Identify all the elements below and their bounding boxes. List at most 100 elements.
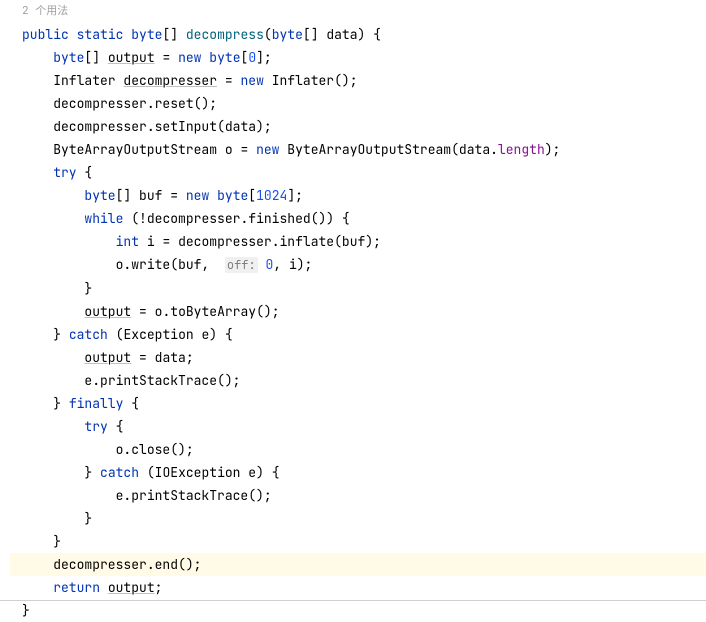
punct: []	[116, 187, 132, 204]
punct: =	[162, 233, 170, 250]
arg: data	[459, 141, 490, 158]
type: byte	[84, 187, 115, 204]
usages-hint[interactable]: 2 个用法	[10, 0, 706, 23]
punct: =	[170, 187, 178, 204]
code-line[interactable]: } catch (Exception e) {	[10, 323, 706, 346]
punct: }	[53, 395, 61, 412]
type: byte	[131, 26, 162, 43]
punct: ();	[170, 441, 193, 458]
method-call: setInput	[155, 118, 217, 135]
punct: }	[84, 464, 92, 481]
keyword: finally	[69, 395, 124, 412]
type: byte	[209, 49, 240, 66]
punct: }	[53, 533, 61, 550]
keyword: catch	[100, 464, 139, 481]
code-line[interactable]: public static byte[] decompress(byte[] d…	[10, 23, 706, 46]
code-line[interactable]: byte[] output = new byte[0];	[10, 46, 706, 69]
field: length	[498, 141, 545, 158]
var: output	[108, 49, 155, 66]
punct: );	[297, 256, 313, 273]
code-line[interactable]: }	[10, 530, 706, 553]
keyword: catch	[69, 326, 108, 343]
punct: ,	[273, 256, 289, 273]
punct: }	[84, 510, 92, 527]
type: Inflater	[53, 72, 115, 89]
punct: ();	[194, 95, 217, 112]
code-line[interactable]: int i = decompresser.inflate(buf);	[10, 230, 706, 253]
code-line[interactable]: o.close();	[10, 438, 706, 461]
punct: ();	[178, 556, 201, 573]
var: i	[147, 233, 155, 250]
code-line[interactable]: } catch (IOException e) {	[10, 461, 706, 484]
punct: }	[22, 602, 30, 619]
punct: ];	[256, 49, 272, 66]
punct: (	[170, 256, 178, 273]
punct: ;	[155, 579, 163, 596]
number: 1024	[256, 187, 287, 204]
type: IOException	[155, 464, 241, 481]
type: ByteArrayOutputStream	[53, 141, 217, 158]
code-line[interactable]: decompresser.end();	[10, 553, 706, 576]
punct: .	[92, 372, 100, 389]
punct: );	[256, 118, 272, 135]
code-line[interactable]: e.printStackTrace();	[10, 484, 706, 507]
keyword: static	[77, 26, 124, 43]
punct: .	[490, 141, 498, 158]
punct: ();	[217, 372, 240, 389]
code-line[interactable]: output = o.toByteArray();	[10, 300, 706, 323]
code-line[interactable]: return output;	[10, 576, 706, 599]
var: o	[225, 141, 233, 158]
arg: i	[289, 256, 297, 273]
var: decompresser	[53, 95, 147, 112]
punct: .	[147, 95, 155, 112]
arg: buf	[178, 256, 201, 273]
punct: (!	[131, 210, 147, 227]
code-line[interactable]: try {	[10, 161, 706, 184]
punct: ];	[287, 187, 303, 204]
code-line[interactable]: decompresser.setInput(data);	[10, 115, 706, 138]
punct: {	[84, 164, 92, 181]
method-call: write	[131, 256, 170, 273]
code-editor[interactable]: 2 个用法 public static byte[] decompress(by…	[0, 0, 706, 622]
method-call: printStackTrace	[100, 372, 217, 389]
keyword: public	[22, 26, 69, 43]
punct: ) {	[256, 464, 279, 481]
code-line[interactable]: }	[10, 277, 706, 300]
punct: ) {	[358, 26, 381, 43]
code-line[interactable]: byte[] buf = new byte[1024];	[10, 184, 706, 207]
arg: data	[225, 118, 256, 135]
method-call: close	[131, 441, 170, 458]
punct: {	[116, 418, 124, 435]
punct: );	[365, 233, 381, 250]
punct: ();	[256, 303, 279, 320]
code-line[interactable]: Inflater decompresser = new Inflater();	[10, 69, 706, 92]
method-call: printStackTrace	[131, 487, 248, 504]
var: output	[108, 579, 155, 596]
punct: (	[334, 233, 342, 250]
type: byte	[217, 187, 248, 204]
keyword: new	[240, 72, 263, 89]
code-line[interactable]: ByteArrayOutputStream o = new ByteArrayO…	[10, 138, 706, 161]
punct: ();	[248, 487, 271, 504]
param-hint: off:	[225, 257, 258, 273]
code-line[interactable]: e.printStackTrace();	[10, 369, 706, 392]
punct: ()) {	[311, 210, 350, 227]
code-line[interactable]: }	[10, 599, 706, 622]
method-call: inflate	[280, 233, 335, 250]
var: output	[84, 303, 131, 320]
punct: {	[131, 395, 139, 412]
code-line[interactable]: } finally {	[10, 392, 706, 415]
code-line[interactable]: while (!decompresser.finished()) {	[10, 207, 706, 230]
method-name: decompress	[186, 26, 264, 43]
punct: }	[84, 280, 92, 297]
var: decompresser	[178, 233, 272, 250]
punct: (	[147, 464, 155, 481]
code-line[interactable]: decompresser.reset();	[10, 92, 706, 115]
code-line[interactable]: o.write(buf, off: 0, i);	[10, 253, 706, 277]
code-line[interactable]: output = data;	[10, 346, 706, 369]
code-line[interactable]: try {	[10, 415, 706, 438]
var: decompresser	[53, 118, 147, 135]
var: output	[84, 349, 131, 366]
code-line[interactable]: }	[10, 507, 706, 530]
keyword: new	[178, 49, 201, 66]
